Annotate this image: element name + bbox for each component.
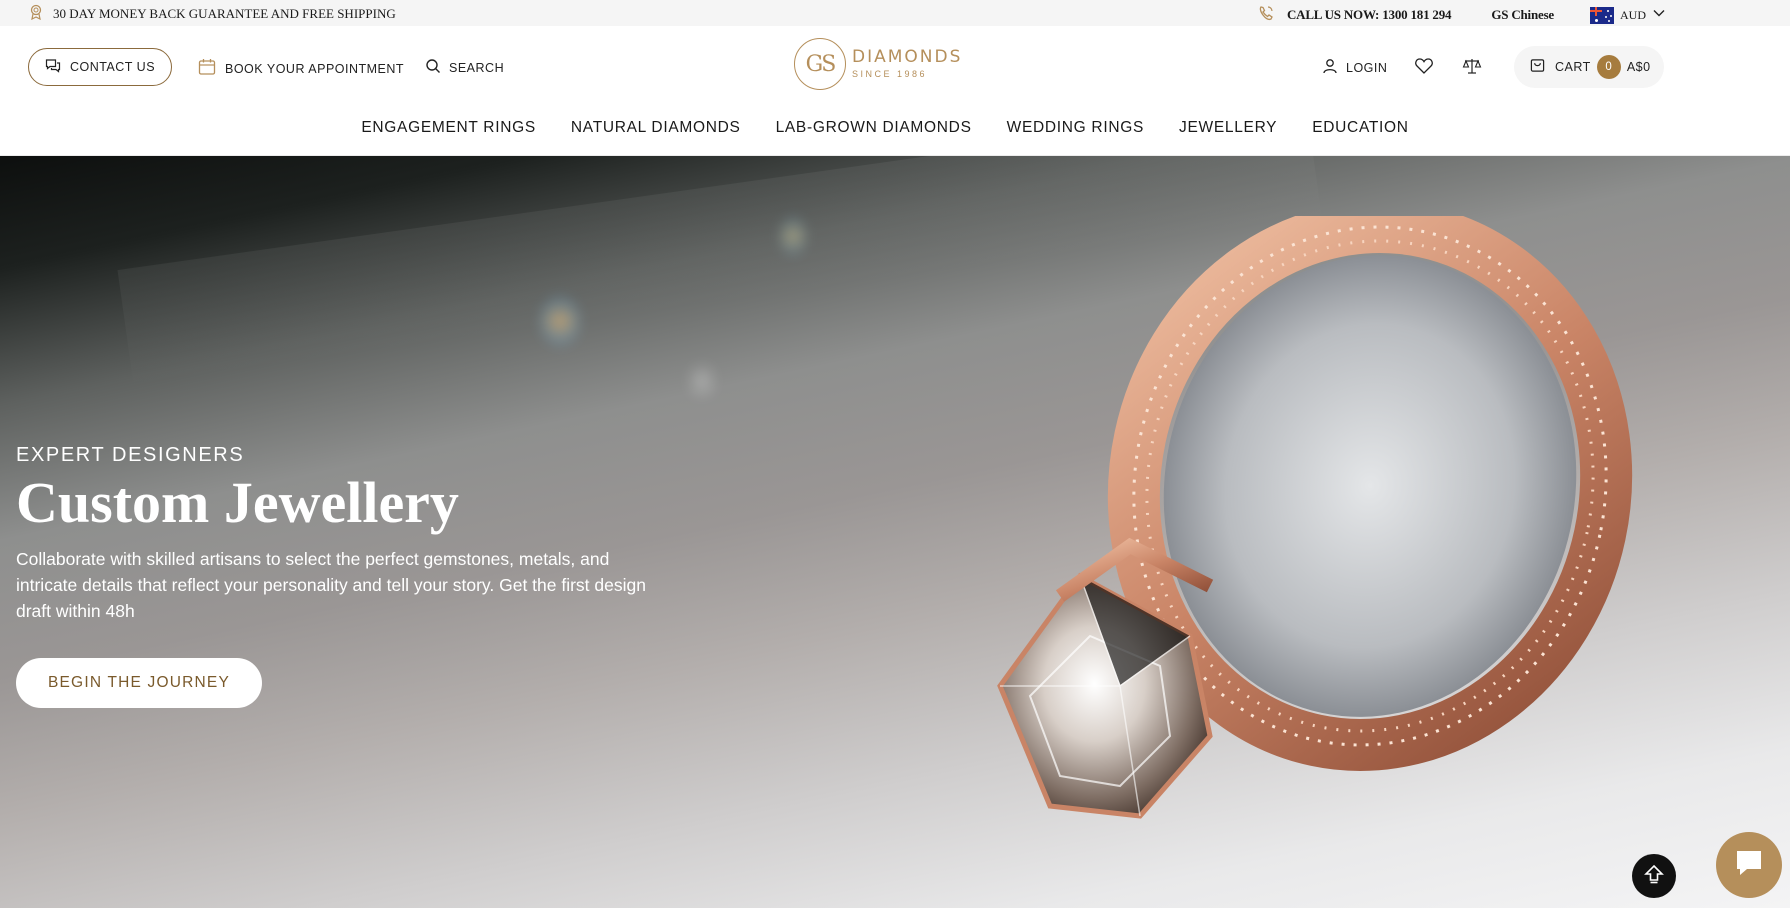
- calendar-icon: [198, 58, 216, 79]
- scales-icon: [1462, 59, 1482, 80]
- nav-item-wedding-rings[interactable]: WEDDING RINGS: [1007, 119, 1144, 137]
- cart-total: A$0: [1626, 60, 1651, 74]
- nav-item-engagement-rings[interactable]: ENGAGEMENT RINGS: [361, 119, 536, 137]
- contact-us-button[interactable]: CONTACT US: [28, 48, 172, 86]
- promo-message: 30 DAY MONEY BACK GUARANTEE AND FREE SHI…: [28, 4, 396, 24]
- bag-icon: [1530, 58, 1545, 76]
- begin-journey-button[interactable]: BEGIN THE JOURNEY: [16, 658, 262, 708]
- search-label: SEARCH: [449, 60, 505, 75]
- login-link[interactable]: LOGIN: [1322, 58, 1387, 77]
- light-prism: [780, 216, 806, 256]
- login-label: LOGIN: [1346, 60, 1388, 75]
- call-link[interactable]: CALL US NOW: 1300 181 294: [1257, 4, 1452, 26]
- hero-banner: EXPERT DESIGNERS Custom Jewellery Collab…: [0, 156, 1790, 908]
- currency-label: AUD: [1620, 7, 1646, 22]
- hero-eyebrow: EXPERT DESIGNERS: [16, 444, 245, 466]
- logo-name: DIAMONDS: [852, 47, 963, 67]
- wishlist-button[interactable]: [1414, 56, 1434, 81]
- logo-since: SINCE 1986: [852, 69, 928, 79]
- cart-label: CART: [1555, 60, 1591, 74]
- logo-mark: GS: [794, 38, 846, 90]
- currency-selector[interactable]: AUD: [1590, 6, 1666, 24]
- contact-us-label: CONTACT US: [69, 60, 156, 74]
- cart-count-badge: 0: [1596, 55, 1621, 79]
- chat-icon: [1731, 845, 1767, 886]
- search-icon: [425, 58, 441, 77]
- nav-item-jewellery[interactable]: JEWELLERY: [1179, 119, 1277, 137]
- scroll-to-top-button[interactable]: [1632, 854, 1676, 898]
- light-prism: [540, 296, 580, 346]
- announcement-bar: 30 DAY MONEY BACK GUARANTEE AND FREE SHI…: [0, 0, 1790, 26]
- promo-text: 30 DAY MONEY BACK GUARANTEE AND FREE SHI…: [53, 6, 396, 21]
- hero-title: Custom Jewellery: [16, 470, 459, 535]
- chat-bubbles-icon: [45, 58, 61, 77]
- light-prism: [690, 356, 714, 406]
- site-logo[interactable]: GS DIAMONDS SINCE 1986: [794, 38, 962, 90]
- nav-item-lab-grown-diamonds[interactable]: LAB-GROWN DIAMONDS: [776, 119, 972, 137]
- book-appointment-link[interactable]: BOOK YOUR APPOINTMENT: [198, 58, 404, 79]
- hero-content: EXPERT DESIGNERS Custom Jewellery Collab…: [16, 444, 656, 624]
- compare-button[interactable]: [1462, 56, 1482, 81]
- search-button[interactable]: SEARCH: [425, 58, 504, 77]
- main-navigation: ENGAGEMENT RINGS NATURAL DIAMONDS LAB-GR…: [0, 119, 1790, 137]
- australia-flag-icon: [1590, 6, 1614, 24]
- book-appointment-label: BOOK YOUR APPOINTMENT: [225, 61, 405, 76]
- site-header: CONTACT US BOOK YOUR APPOINTMENT SEARCH …: [0, 26, 1790, 156]
- live-chat-button[interactable]: [1716, 832, 1782, 898]
- call-text: CALL US NOW: 1300 181 294: [1286, 7, 1452, 22]
- arrow-up-icon: [1643, 863, 1665, 890]
- chevron-down-icon: [1652, 6, 1666, 24]
- user-icon: [1322, 58, 1338, 77]
- phone-icon: [1257, 4, 1275, 26]
- badge-icon: [28, 4, 44, 24]
- heart-icon: [1414, 58, 1434, 80]
- language-link[interactable]: GS Chinese: [1491, 7, 1554, 23]
- nav-item-education[interactable]: EDUCATION: [1312, 119, 1408, 137]
- cart-button[interactable]: CART 0 A$0: [1514, 46, 1664, 88]
- hero-description: Collaborate with skilled artisans to sel…: [16, 548, 646, 621]
- ring-image: [960, 201, 1680, 908]
- nav-item-natural-diamonds[interactable]: NATURAL DIAMONDS: [571, 119, 741, 137]
